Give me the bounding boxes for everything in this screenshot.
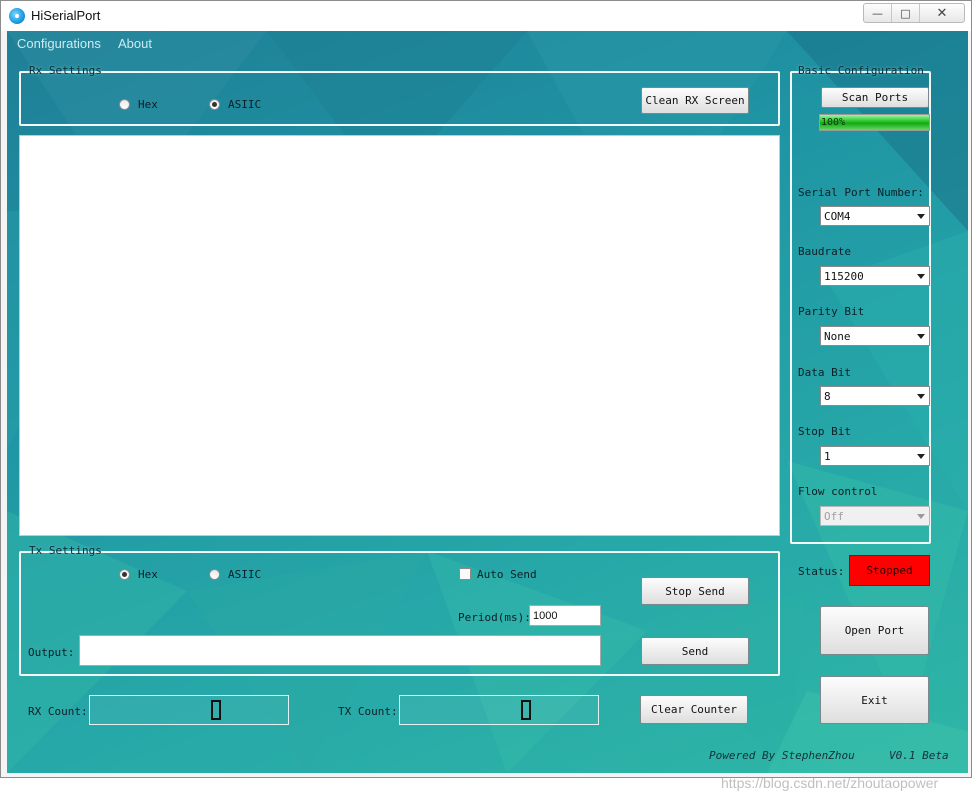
tx-ascii-label: ASIIC xyxy=(228,568,262,581)
status-label: Status: xyxy=(798,565,845,578)
chevron-down-icon xyxy=(917,274,925,279)
maximize-icon: □ xyxy=(900,6,911,20)
auto-send-checkbox[interactable] xyxy=(459,568,471,580)
clean-rx-screen-button[interactable]: Clean RX Screen xyxy=(641,87,749,114)
status-indicator: Stopped xyxy=(849,555,930,586)
basic-config-title: Basic Configuration xyxy=(798,64,924,77)
clear-counter-button[interactable]: Clear Counter xyxy=(640,695,748,724)
scan-progress-text: 100% xyxy=(821,117,846,128)
scan-ports-button[interactable]: Scan Ports xyxy=(821,87,929,108)
powered-by-text: Powered By StephenZhou xyxy=(709,749,855,762)
rx-hex-label: Hex xyxy=(138,98,158,111)
rx-ascii-label: ASIIC xyxy=(228,98,262,111)
tx-count-display xyxy=(399,695,599,725)
serial-port-label: Serial Port Number: xyxy=(798,186,924,199)
chevron-down-icon xyxy=(917,394,925,399)
data-bit-label: Data Bit xyxy=(798,366,851,379)
client-area: Configurations About Rx Settings Hex ASI… xyxy=(7,31,968,773)
window-controls: — □ ✕ xyxy=(863,3,965,23)
open-port-button[interactable]: Open Port xyxy=(820,606,929,655)
window-title: HiSerialPort xyxy=(31,8,101,23)
chevron-down-icon xyxy=(917,214,925,219)
chevron-down-icon xyxy=(917,334,925,339)
period-label: Period(ms): xyxy=(458,611,531,624)
close-icon: ✕ xyxy=(936,5,948,21)
rx-ascii-radio[interactable] xyxy=(209,99,220,110)
flow-control-label: Flow control xyxy=(798,485,878,498)
chevron-down-icon xyxy=(917,514,925,519)
serial-port-value: COM4 xyxy=(824,210,851,223)
exit-button[interactable]: Exit xyxy=(820,676,929,724)
parity-label: Parity Bit xyxy=(798,305,865,318)
version-text: V0.1 Beta xyxy=(889,749,949,762)
maximize-button[interactable]: □ xyxy=(892,4,920,22)
main-window: HiSerialPort — □ ✕ Configurations About xyxy=(0,0,972,778)
stop-bit-value: 1 xyxy=(824,450,831,463)
rx-count-display xyxy=(89,695,289,725)
basic-config-group: Basic Configuration Scan Ports Serial Po… xyxy=(790,64,931,544)
baudrate-value: 115200 xyxy=(824,270,864,283)
rx-count-label: RX Count: xyxy=(28,705,88,718)
stop-bit-label: Stop Bit xyxy=(798,425,851,438)
menu-bar: Configurations About xyxy=(7,31,968,55)
rx-settings-title: Rx Settings xyxy=(29,64,102,77)
tx-count-digit xyxy=(521,700,531,720)
minimize-icon: — xyxy=(872,6,883,20)
send-button[interactable]: Send xyxy=(641,637,749,665)
tx-hex-radio[interactable] xyxy=(119,569,130,580)
rx-display-area[interactable] xyxy=(19,135,780,536)
flow-control-value: Off xyxy=(824,510,844,523)
menu-about[interactable]: About xyxy=(118,36,152,51)
serial-port-select[interactable]: COM4 xyxy=(820,206,930,226)
rx-hex-radio[interactable] xyxy=(119,99,130,110)
scan-progress-bar: 100% xyxy=(819,114,930,131)
minimize-button[interactable]: — xyxy=(864,4,892,22)
menu-configurations[interactable]: Configurations xyxy=(17,36,101,51)
output-input[interactable] xyxy=(79,635,601,666)
chevron-down-icon xyxy=(917,454,925,459)
stop-bit-select[interactable]: 1 xyxy=(820,446,930,466)
rx-settings-group: Rx Settings Hex ASIIC Clean RX Screen xyxy=(19,64,780,126)
tx-count-label: TX Count: xyxy=(338,705,398,718)
tx-hex-label: Hex xyxy=(138,568,158,581)
parity-value: None xyxy=(824,330,851,343)
data-bit-select[interactable]: 8 xyxy=(820,386,930,406)
parity-select[interactable]: None xyxy=(820,326,930,346)
stop-send-button[interactable]: Stop Send xyxy=(641,577,749,605)
data-bit-value: 8 xyxy=(824,390,831,403)
output-label: Output: xyxy=(28,646,75,659)
tx-settings-title: Tx Settings xyxy=(29,544,102,557)
close-button[interactable]: ✕ xyxy=(920,4,964,22)
tx-settings-group: Tx Settings Hex ASIIC Auto Send Stop Sen… xyxy=(19,544,780,676)
baudrate-label: Baudrate xyxy=(798,245,851,258)
period-input[interactable] xyxy=(529,605,601,626)
app-icon xyxy=(9,8,25,24)
baudrate-select[interactable]: 115200 xyxy=(820,266,930,286)
title-bar[interactable]: HiSerialPort — □ ✕ xyxy=(1,1,971,31)
rx-count-digit xyxy=(211,700,221,720)
auto-send-label: Auto Send xyxy=(477,568,537,581)
watermark-text: https://blog.csdn.net/zhoutaopower xyxy=(721,775,939,791)
tx-ascii-radio[interactable] xyxy=(209,569,220,580)
flow-control-select: Off xyxy=(820,506,930,526)
